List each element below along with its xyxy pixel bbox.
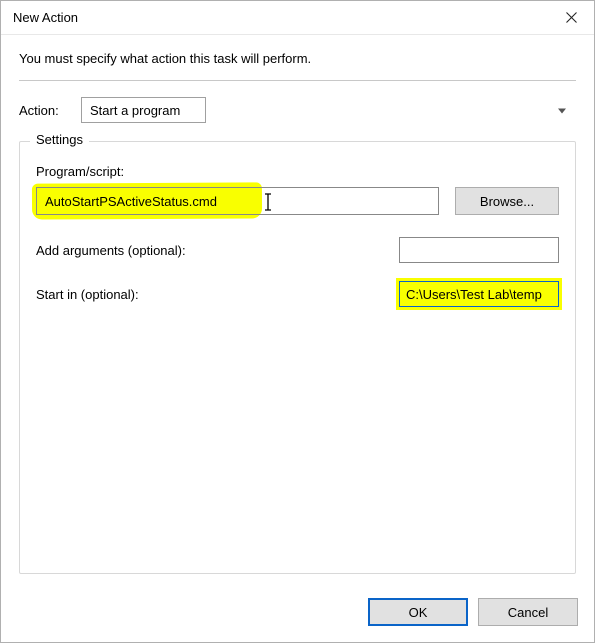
program-row: Browse...	[36, 187, 559, 215]
arguments-label: Add arguments (optional):	[36, 243, 186, 258]
settings-group: Settings Program/script: Browse... Add a…	[19, 141, 576, 574]
browse-button[interactable]: Browse...	[455, 187, 559, 215]
window-title: New Action	[13, 10, 78, 25]
startin-row: Start in (optional):	[36, 281, 559, 307]
titlebar: New Action	[1, 1, 594, 35]
close-button[interactable]	[548, 1, 594, 35]
dialog-window: New Action You must specify what action …	[0, 0, 595, 643]
startin-input-wrap	[399, 281, 559, 307]
program-input-wrap	[36, 187, 439, 215]
action-select-wrap: Start a program	[81, 97, 576, 123]
close-icon	[566, 12, 577, 23]
dialog-content: You must specify what action this task w…	[1, 35, 594, 588]
settings-legend: Settings	[30, 132, 89, 147]
ok-button[interactable]: OK	[368, 598, 468, 626]
action-select[interactable]: Start a program	[81, 97, 206, 123]
action-label: Action:	[19, 103, 71, 118]
startin-label: Start in (optional):	[36, 287, 139, 302]
button-row: OK Cancel	[1, 588, 594, 642]
program-label: Program/script:	[36, 164, 559, 179]
cancel-button[interactable]: Cancel	[478, 598, 578, 626]
instruction-text: You must specify what action this task w…	[19, 51, 576, 66]
action-row: Action: Start a program	[19, 97, 576, 123]
arguments-input[interactable]	[399, 237, 559, 263]
program-input[interactable]	[36, 187, 439, 215]
divider	[19, 80, 576, 81]
startin-input[interactable]	[399, 281, 559, 307]
arguments-row: Add arguments (optional):	[36, 237, 559, 263]
